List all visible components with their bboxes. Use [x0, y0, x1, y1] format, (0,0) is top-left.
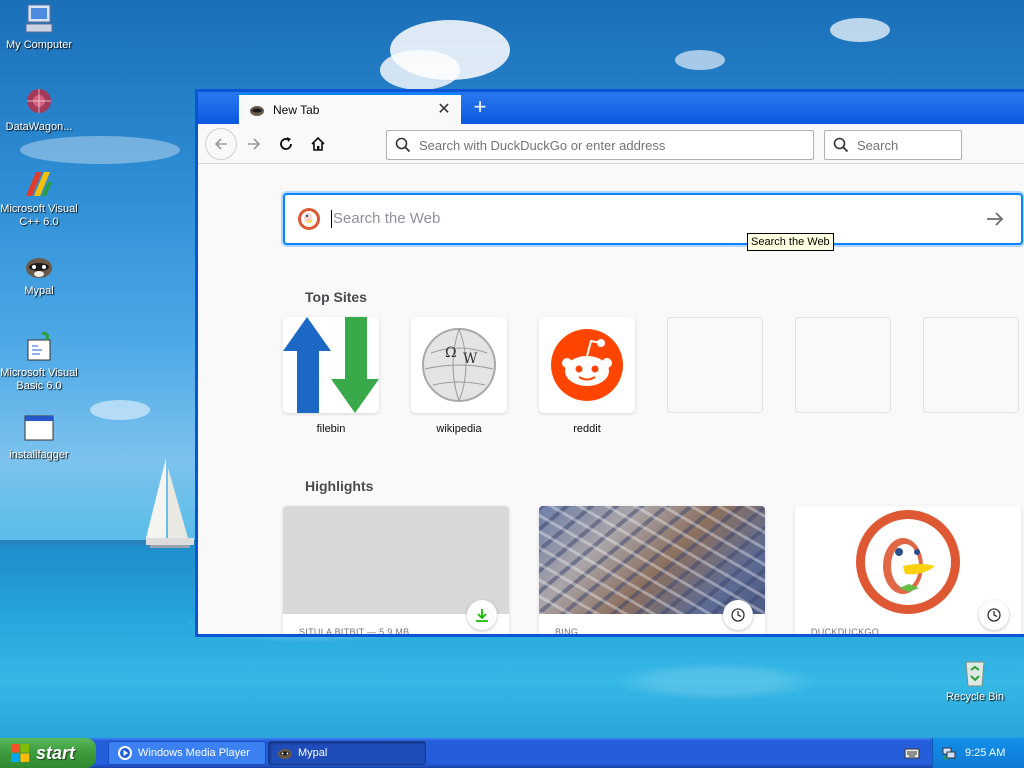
search-icon: [395, 137, 411, 153]
top-site-label: filebin: [316, 423, 346, 435]
highlights-heading: Highlights: [305, 478, 374, 494]
desktop-icon-installfagger[interactable]: installfagger: [0, 412, 78, 462]
navigation-toolbar: Search with DuckDuckGo or enter address …: [198, 124, 1024, 164]
network-icon[interactable]: [941, 745, 957, 761]
duckduckgo-icon: [298, 208, 320, 230]
desktop-icon-visual-cpp[interactable]: Microsoft Visual C++ 6.0: [0, 166, 78, 229]
empty-tile: [795, 317, 891, 413]
sailboat: [146, 458, 194, 548]
system-tray: 9:25 AM: [932, 738, 1024, 768]
media-player-icon: [118, 746, 132, 760]
clock-icon: [979, 600, 1009, 630]
highlight-card[interactable]: DUCKDUCKGO: [795, 506, 1021, 637]
desktop-icon-datawagon[interactable]: DataWagon...: [0, 84, 78, 134]
top-site-reddit[interactable]: reddit: [539, 317, 635, 435]
top-site-label: reddit: [573, 423, 601, 435]
new-tab-button[interactable]: +: [468, 96, 492, 120]
svg-text:W: W: [463, 351, 478, 367]
duckduckgo-icon: [856, 510, 960, 614]
reload-icon: [280, 137, 292, 150]
start-label: start: [36, 742, 76, 763]
highlight-thumbnail: [539, 506, 765, 614]
browser-window[interactable]: New Tab ✕ + Search with DuckDuckGo or en…: [195, 89, 1024, 637]
top-site-wikipedia[interactable]: ΩW wikipedia: [411, 317, 507, 435]
desktop-icon-visual-basic[interactable]: Microsoft Visual Basic 6.0: [0, 330, 78, 393]
top-site-filebin[interactable]: filebin: [283, 317, 379, 435]
desktop-icon-label: DataWagon...: [5, 121, 73, 133]
address-bar-placeholder: Search with DuckDuckGo or enter address: [419, 137, 666, 153]
top-site-label: wikipedia: [436, 423, 482, 435]
empty-tile: [667, 317, 763, 413]
address-bar[interactable]: Search with DuckDuckGo or enter address: [386, 130, 814, 160]
home-icon: [311, 136, 325, 151]
download-icon: [467, 600, 497, 630]
tab-title: New Tab: [273, 102, 320, 117]
taskbar-button-mypal[interactable]: Mypal: [268, 741, 426, 765]
tooltip: Search the Web: [747, 233, 834, 251]
start-button[interactable]: start: [0, 738, 96, 768]
highlight-thumbnail: [795, 506, 1021, 614]
my-computer-icon: [22, 2, 56, 36]
recycle-bin-icon: [965, 661, 985, 687]
reddit-icon: [539, 317, 635, 413]
mypal-icon: [22, 248, 56, 282]
desktop-icon-mypal[interactable]: Mypal: [0, 248, 78, 298]
search-bar[interactable]: Search: [824, 130, 962, 160]
mypal-icon: [278, 749, 292, 759]
empty-tile: [923, 317, 1019, 413]
desktop-icon-label: Mypal: [24, 285, 54, 297]
windows-logo-icon: [11, 744, 29, 762]
desktop-icon-label: Microsoft Visual C++ 6.0: [0, 203, 78, 228]
forward-button[interactable]: [240, 130, 268, 158]
desktop-icon-my-computer[interactable]: My Computer: [0, 2, 78, 52]
taskbar-button-windows-media-player[interactable]: Windows Media Player: [108, 741, 266, 765]
datawagon-icon: [22, 84, 56, 118]
desktop-icon-label: My Computer: [5, 39, 73, 51]
highlight-source: SITULA BITBIT — 5.9 MB: [299, 627, 410, 637]
wikipedia-icon: ΩW: [411, 317, 507, 413]
new-tab-page: Search the Web Search the Web Top Sites …: [198, 165, 1024, 637]
clock-icon: [723, 600, 753, 630]
arrow-right-icon[interactable]: [983, 207, 1007, 231]
taskbar-button-label: Mypal: [298, 747, 328, 759]
top-site-empty-slot[interactable]: [923, 317, 1019, 413]
highlight-card[interactable]: SITULA BITBIT — 5.9 MB: [283, 506, 509, 637]
highlight-card[interactable]: BING: [539, 506, 765, 637]
highlight-source: DUCKDUCKGO: [811, 627, 880, 637]
taskbar: start Windows Media Player Mypal 9:25 AM: [0, 738, 1024, 768]
visual-cpp-icon: [22, 166, 56, 200]
desktop-icon-recycle-bin[interactable]: Recycle Bin: [940, 656, 1010, 703]
browser-tabstrip: New Tab ✕ +: [198, 92, 1024, 124]
visual-basic-icon: [22, 330, 56, 364]
arrow-left-icon: [214, 138, 227, 150]
search-icon: [833, 137, 849, 153]
top-site-empty-slot[interactable]: [667, 317, 763, 413]
reload-button[interactable]: [272, 130, 300, 158]
clock[interactable]: 9:25 AM: [965, 747, 1005, 759]
highlight-source: BING: [555, 627, 579, 637]
desktop-icon-label: installfagger: [9, 449, 69, 461]
top-site-empty-slot[interactable]: [795, 317, 891, 413]
web-search-placeholder: Search the Web: [333, 209, 441, 227]
keyboard-icon[interactable]: [904, 745, 920, 761]
search-bar-placeholder: Search: [857, 137, 899, 153]
svg-text:Ω: Ω: [445, 345, 457, 361]
back-button[interactable]: [205, 128, 237, 160]
filebin-icon: [283, 317, 379, 413]
desktop-icon-label: Microsoft Visual Basic 6.0: [0, 367, 78, 392]
tab-new-tab[interactable]: New Tab ✕: [239, 93, 461, 124]
home-button[interactable]: [304, 130, 332, 158]
mypal-icon: [250, 105, 264, 116]
arrow-right-icon: [248, 138, 261, 150]
web-search-input[interactable]: Search the Web: [283, 193, 1023, 245]
taskbar-button-label: Windows Media Player: [138, 747, 250, 759]
top-sites-heading: Top Sites: [305, 289, 367, 305]
installer-window-icon: [22, 412, 56, 446]
desktop-icon-label: Recycle Bin: [945, 691, 1005, 703]
highlight-thumbnail: [283, 506, 509, 614]
tab-close-icon[interactable]: ✕: [433, 99, 455, 121]
